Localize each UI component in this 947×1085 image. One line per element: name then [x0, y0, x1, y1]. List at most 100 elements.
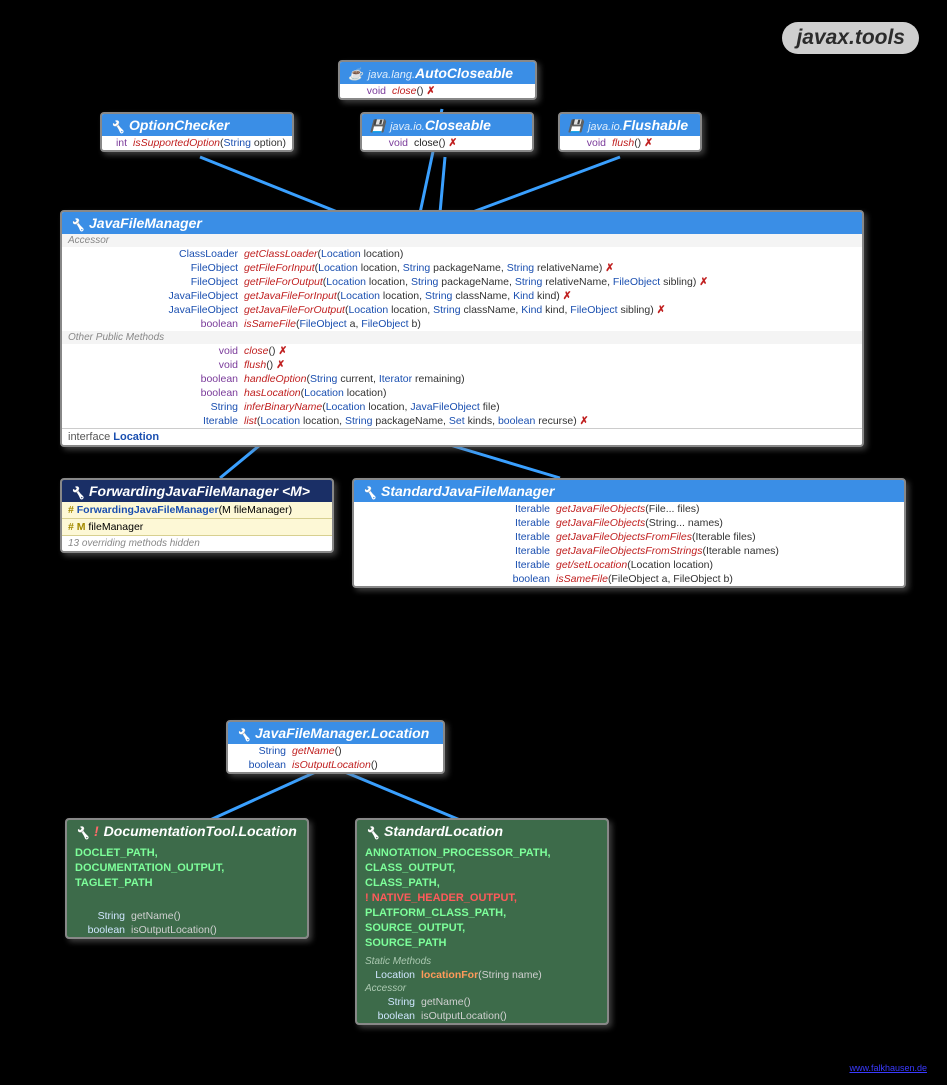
visibility: # [68, 504, 77, 516]
box-autocloseable: java.lang.AutoCloseable void close () ✗ [338, 60, 537, 100]
method-row: Iterablelist(Location location, String p… [62, 414, 862, 428]
box-closeable: java.io.Closeable void close () ✗ [360, 112, 534, 152]
method-row: IterablegetJavaFileObjects(String... nam… [354, 516, 904, 530]
method-name: close [414, 136, 439, 150]
section-label: Accessor [62, 234, 862, 247]
enum-values: ANNOTATION_PROCESSOR_PATH, CLASS_OUTPUT,… [357, 842, 607, 955]
method-name: flush [612, 136, 634, 150]
box-header: JavaFileManager.Location [228, 722, 443, 744]
class-title: JavaFileManager.Location [255, 725, 429, 741]
field-row: # M fileManager [62, 519, 332, 536]
method-params: () [439, 136, 446, 150]
method-row: Iterableget/setLocation(Location locatio… [354, 558, 904, 572]
box-forwarding: ForwardingJavaFileManager <M> # Forwardi… [60, 478, 334, 553]
method-row: booleanisOutputLocation() [228, 758, 443, 772]
section-label: Accessor [357, 982, 607, 995]
box-header: ForwardingJavaFileManager <M> [62, 480, 332, 502]
wrench-icon [110, 118, 124, 132]
box-standard-jfm: StandardJavaFileManager IterablegetJavaF… [352, 478, 906, 588]
method-params: () [634, 136, 641, 150]
new-mark: ! [94, 823, 99, 839]
box-header: StandardJavaFileManager [354, 480, 904, 502]
throws-icon: ✗ [644, 136, 653, 150]
hidden-note: 13 overriding methods hidden [62, 536, 332, 551]
method-params: () [417, 84, 424, 98]
method-row: JavaFileObjectgetJavaFileForInput(Locati… [62, 289, 862, 303]
return-type: void [368, 136, 414, 150]
footer-link[interactable]: www.falkhausen.de [849, 1063, 927, 1073]
pkg-prefix: java.lang. [368, 69, 415, 81]
method-params: (String name) [478, 968, 542, 982]
pkg-prefix: java.io. [390, 121, 425, 133]
method-row: void close () ✗ [362, 136, 532, 150]
method-row: Location locationFor (String name) [357, 968, 607, 982]
method-row: IterablegetJavaFileObjects(File... files… [354, 502, 904, 516]
wrench-icon [236, 726, 250, 740]
method-row: StringgetName() [67, 909, 307, 923]
section-label: Static Methods [357, 955, 607, 968]
method-row: FileObjectgetFileForInput(Location locat… [62, 261, 862, 275]
class-title: OptionChecker [129, 117, 229, 133]
box-header: java.lang.AutoCloseable [340, 62, 535, 84]
box-doc-location: ! DocumentationTool.Location DOCLET_PATH… [65, 818, 309, 939]
method-row: booleanisSameFile(FileObject a, FileObje… [354, 572, 904, 586]
disk-icon [370, 117, 385, 133]
class-title: Flushable [623, 117, 688, 133]
class-title: StandardJavaFileManager [381, 483, 555, 499]
ctor-name: ForwardingJavaFileManager [77, 504, 219, 516]
box-header: JavaFileManager [62, 212, 862, 234]
method-row: booleanhasLocation(Location location) [62, 386, 862, 400]
method-row: booleanhandleOption(String current, Iter… [62, 372, 862, 386]
box-optionchecker: OptionChecker int isSupportedOption (Str… [100, 112, 294, 152]
method-row: booleanisOutputLocation() [357, 1009, 607, 1023]
box-header: ! DocumentationTool.Location [67, 820, 307, 842]
method-row: void flush () ✗ [560, 136, 700, 150]
return-type: void [566, 136, 612, 150]
class-title: StandardLocation [384, 823, 503, 839]
inner-kw: interface [68, 431, 113, 443]
inner-name: Location [113, 431, 159, 443]
method-row: ClassLoadergetClassLoader(Location locat… [62, 247, 862, 261]
wrench-icon [70, 484, 84, 498]
method-row: IterablegetJavaFileObjectsFromStrings(It… [354, 544, 904, 558]
return-type: Location [365, 968, 421, 982]
wrench-icon [362, 484, 376, 498]
param-type: String [224, 137, 251, 149]
constructor-row: # ForwardingJavaFileManager(M fileManage… [62, 502, 332, 519]
wrench-icon [365, 824, 379, 838]
package-badge: javax.tools [782, 22, 919, 54]
method-name: isSupportedOption [133, 136, 220, 150]
p: option) [251, 137, 286, 149]
class-title: ForwardingJavaFileManager <M> [89, 483, 310, 499]
class-title: JavaFileManager [89, 215, 202, 231]
enum-values: DOCLET_PATH, DOCUMENTATION_OUTPUT, TAGLE… [67, 842, 307, 895]
class-title: Closeable [425, 117, 491, 133]
return-type: void [346, 84, 392, 98]
method-row: IterablegetJavaFileObjectsFromFiles(Iter… [354, 530, 904, 544]
field-name: fileManager [88, 521, 143, 533]
method-row: void close () ✗ [340, 84, 535, 98]
method-row: int isSupportedOption (String option) [102, 136, 292, 150]
wrench-icon [75, 824, 89, 838]
method-row: voidflush()✗ [62, 358, 862, 372]
ctor-params: (M fileManager) [219, 504, 293, 516]
box-javafilemanager: JavaFileManager Accessor ClassLoadergetC… [60, 210, 864, 447]
method-row: booleanisOutputLocation() [67, 923, 307, 937]
box-header: OptionChecker [102, 114, 292, 136]
throws-icon: ✗ [449, 136, 458, 150]
disk-icon [568, 117, 583, 133]
visibility: # M [68, 521, 88, 533]
method-row: FileObjectgetFileForOutput(Location loca… [62, 275, 862, 289]
method-row: JavaFileObjectgetJavaFileForOutput(Locat… [62, 303, 862, 317]
method-row: StringgetName() [357, 995, 607, 1009]
section-label: Other Public Methods [62, 331, 862, 344]
box-header: StandardLocation [357, 820, 607, 842]
method-name: locationFor [421, 968, 478, 982]
method-name: close [392, 84, 417, 98]
box-header: java.io.Closeable [362, 114, 532, 136]
class-title: DocumentationTool.Location [104, 823, 297, 839]
cup-icon [348, 65, 363, 81]
return-type: int [108, 136, 133, 150]
box-standard-location: StandardLocation ANNOTATION_PROCESSOR_PA… [355, 818, 609, 1025]
method-row: StringinferBinaryName(Location location,… [62, 400, 862, 414]
